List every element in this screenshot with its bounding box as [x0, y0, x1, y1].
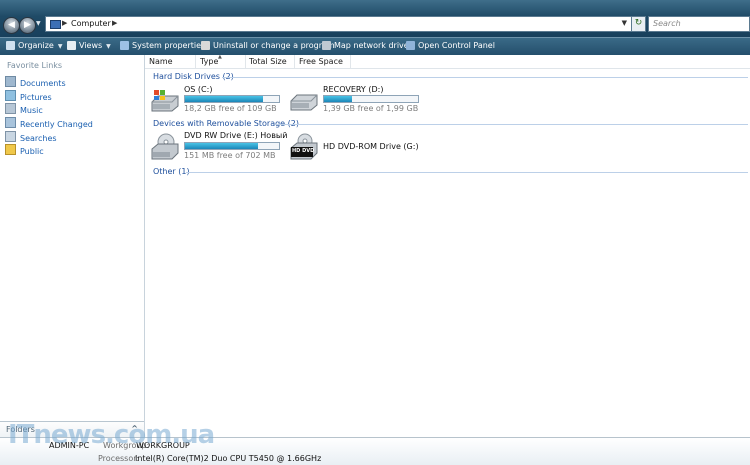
dvd-rw-drive-icon — [151, 133, 179, 160]
column-divider[interactable] — [350, 55, 351, 68]
nav-item-music[interactable]: Music — [5, 103, 43, 115]
hard-drive-icon — [290, 94, 318, 111]
processor-value: Intel(R) Core(TM)2 Duo CPU T5450 @ 1.66G… — [135, 454, 322, 463]
views-button[interactable]: Views ▼ — [67, 41, 111, 50]
drive-item-recovery-d[interactable]: RECOVERY (D:) 1,39 GB free of 1,99 GB — [289, 85, 424, 113]
refresh-icon[interactable]: ↻ — [631, 16, 646, 32]
drive-usage-bar — [184, 95, 280, 103]
column-name[interactable]: Name — [149, 57, 173, 66]
nav-item-searches[interactable]: Searches — [5, 131, 57, 143]
control-panel-icon — [406, 41, 415, 50]
public-folder-icon — [5, 144, 16, 155]
drive-item-dvd-rw-e[interactable]: DVD RW Drive (E:) Новый 151 MB free of 7… — [150, 131, 288, 161]
drive-name: RECOVERY (D:) — [323, 85, 384, 94]
back-arrow-icon[interactable]: ◀ — [3, 17, 20, 34]
group-divider — [222, 77, 748, 78]
searches-icon — [5, 131, 16, 142]
uninstall-program-button[interactable]: Uninstall or change a program — [201, 41, 335, 50]
column-total-size[interactable]: Total Size — [249, 57, 287, 66]
forward-arrow-icon[interactable]: ▶ — [19, 17, 36, 34]
drive-usage-fill — [185, 96, 264, 102]
drive-usage-bar — [184, 142, 280, 150]
recent-pages-dropdown-icon[interactable]: ▼ — [36, 20, 41, 27]
navigation-pane: Favorite Links Documents Pictures Music … — [0, 55, 145, 438]
hd-dvd-badge: HD DVD — [292, 148, 315, 154]
address-bar-strip: ◀ ▶ ▼ ▶ Computer ▶ ▼ ↻ Search — [0, 0, 750, 37]
favorite-links-heading: Favorite Links — [7, 61, 63, 70]
hard-drive-os-icon — [151, 90, 179, 112]
column-divider[interactable] — [294, 55, 295, 68]
processor-label: Processor: — [98, 454, 140, 463]
sort-arrow-icon: ▲ — [218, 54, 222, 60]
breadcrumb-separator-icon[interactable]: ▶ — [62, 19, 67, 27]
system-properties-button[interactable]: System properties — [120, 41, 205, 50]
site-watermark: ITnews.com.ua — [8, 420, 215, 450]
column-divider[interactable] — [245, 55, 246, 68]
column-free-space[interactable]: Free Space — [299, 57, 343, 66]
search-placeholder: Search — [653, 19, 681, 28]
organize-button[interactable]: Organize ▼ — [6, 41, 62, 50]
drive-usage-fill — [324, 96, 353, 102]
drive-usage-fill — [185, 143, 259, 149]
group-divider — [186, 172, 748, 173]
open-control-panel-button[interactable]: Open Control Panel — [406, 41, 495, 50]
recently-changed-icon — [5, 117, 16, 128]
column-divider[interactable] — [195, 55, 196, 68]
music-icon — [5, 103, 16, 114]
drive-free-space: 18,2 GB free of 109 GB — [184, 104, 277, 113]
documents-icon — [5, 76, 16, 87]
command-toolbar: Organize ▼ Views ▼ System properties Unins… — [0, 37, 750, 56]
nav-item-public[interactable]: Public — [5, 144, 44, 156]
network-drive-icon — [322, 41, 331, 50]
nav-item-documents[interactable]: Documents — [5, 76, 66, 88]
column-header-row: Name Type ▲ Total Size Free Space — [145, 54, 750, 69]
hd-dvd-drive-icon — [290, 133, 318, 160]
drive-name: DVD RW Drive (E:) Новый — [184, 131, 288, 140]
group-divider — [275, 124, 748, 125]
drive-free-space: 1,39 GB free of 1,99 GB — [323, 104, 419, 113]
drive-item-hd-dvd-g[interactable]: HD DVD HD DVD-ROM Drive (G:) — [289, 131, 424, 161]
breadcrumb-computer[interactable]: Computer — [71, 19, 111, 28]
organize-icon — [6, 41, 15, 50]
computer-icon — [50, 20, 61, 29]
drive-name: OS (C:) — [184, 85, 213, 94]
uninstall-icon — [201, 41, 210, 50]
group-header-other[interactable]: Other (1) — [153, 167, 190, 176]
drive-free-space: 151 MB free of 702 MB — [184, 151, 276, 160]
drive-usage-bar — [323, 95, 419, 103]
nav-item-pictures[interactable]: Pictures — [5, 90, 52, 102]
drive-item-os-c[interactable]: OS (C:) 18,2 GB free of 109 GB — [150, 85, 285, 113]
chevron-down-icon: ▼ — [57, 43, 63, 50]
breadcrumb-separator-icon[interactable]: ▶ — [112, 19, 117, 27]
chevron-down-icon: ▼ — [106, 43, 111, 50]
address-dropdown-icon[interactable]: ▼ — [622, 19, 627, 27]
system-properties-icon — [120, 41, 129, 50]
pictures-icon — [5, 90, 16, 101]
search-input[interactable]: Search — [648, 16, 750, 32]
drive-name: HD DVD-ROM Drive (G:) — [323, 142, 419, 151]
column-type[interactable]: Type — [200, 57, 218, 66]
views-icon — [67, 41, 76, 50]
nav-item-recently-changed[interactable]: Recently Changed — [5, 117, 93, 129]
map-network-drive-button[interactable]: Map network drive — [322, 41, 409, 50]
address-field[interactable]: ▶ Computer ▶ ▼ — [45, 16, 633, 32]
